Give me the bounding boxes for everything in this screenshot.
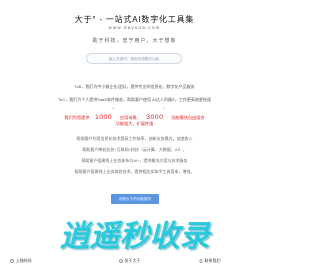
promo-suffix: 功能模块自由组合 (171, 114, 205, 120)
mission-line-2: 帮助客户降低业务+互联网+科技（云计算，大数据，AI）， (82, 147, 187, 152)
bottom-item-about[interactable]: 关于大于 (119, 258, 141, 264)
promo-module-count-plus: + (163, 106, 166, 111)
site-slogan: 助于科技，忠于用户，大于想象 (92, 38, 177, 44)
info-icon (119, 259, 123, 263)
view-services-button[interactable]: 查看大于的功能服务 (111, 194, 159, 204)
bottom-item-launch[interactable]: 上线时间 (10, 258, 32, 264)
mission-line-3: 帮助客户搭建线上业务体系与AI+，提供解决方案与技术服务 (81, 158, 188, 163)
bottom-item-label: 上线时间 (15, 258, 32, 263)
watermark-text: 逍遥秒收录 (60, 219, 213, 254)
search-input[interactable] (87, 54, 181, 63)
bottom-item-label: 联系我们 (204, 258, 221, 263)
phone-icon (199, 259, 203, 263)
bottom-item-contact[interactable]: 联系我们 (199, 258, 221, 264)
promo-prefix: 我们为您提供 (64, 114, 90, 120)
promo-mid: 应用场景， (119, 114, 141, 120)
mission-line-1: 帮助客户利用信息化技术提高工作效率，创新业务模式，创造收入 (76, 136, 193, 141)
promo-subline: 功能强大，扩展性强 (115, 121, 154, 126)
site-title: 大于° - 一站式AI数字化工具集 (74, 15, 195, 24)
search-box[interactable] (86, 53, 182, 64)
mission-line-4: 帮助客户搭建线上业务体验技术，提供相应实体手工具用来，增效。 (74, 169, 195, 174)
intro-toc-text: ToC，我们为个人提供SaaS软件服务，帮助客户使用 AI达人利器®，工作更高效… (58, 97, 211, 102)
bottom-item-label: 关于大于 (124, 258, 141, 263)
page: 大于° - 一站式AI数字化工具集 www.dayuoa.com 助于科技，忠于… (0, 0, 269, 266)
clock-icon (10, 259, 14, 263)
site-domain: www.dayuoa.com (108, 25, 161, 30)
promo-scene-count-plus: + (112, 106, 115, 111)
bottom-bar: 上线时间 关于大于 联系我们 (0, 257, 269, 266)
intro-tob-text: ToB，我们为中小微企业/团队，提供专业的信息化、数字化产品服务 (74, 84, 195, 89)
